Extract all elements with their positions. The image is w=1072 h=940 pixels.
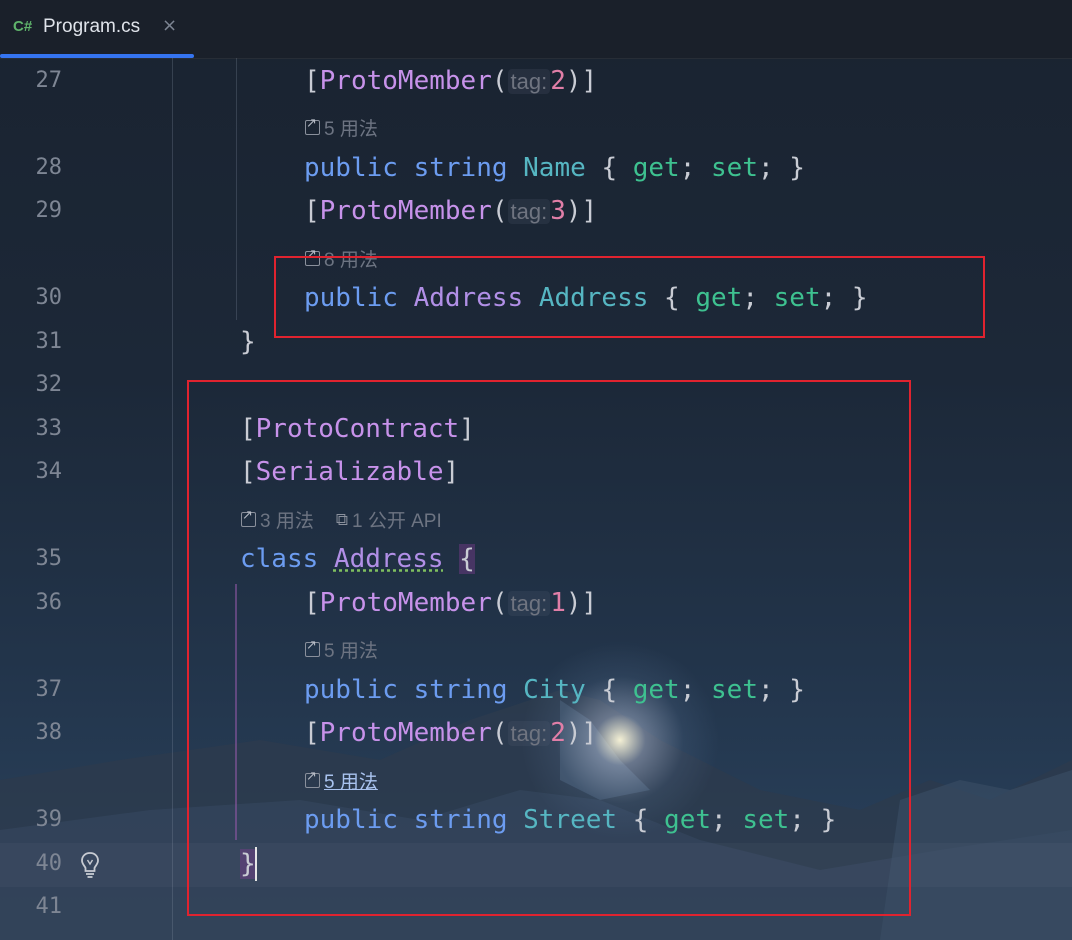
line-number: 41 — [35, 894, 63, 919]
csharp-file-icon: C# — [13, 18, 33, 35]
number-literal: 3 — [550, 196, 566, 226]
accessor: get — [632, 153, 680, 183]
line-number: 28 — [35, 155, 63, 180]
indent-guide — [236, 58, 237, 320]
line-number: 34 — [35, 459, 63, 484]
attribute-name: ProtoMember — [319, 196, 492, 226]
property-name: Name — [523, 153, 586, 183]
keyword: public — [304, 153, 398, 183]
editor-tab-bar: C# Program.cs × — [0, 0, 1072, 59]
line-number: 33 — [35, 416, 63, 441]
line-number: 36 — [35, 590, 63, 615]
parameter-hint: tag: — [507, 69, 551, 94]
line-number: 30 — [35, 285, 63, 310]
usages-lens[interactable]: 5 用法 — [305, 114, 378, 141]
code-line-31[interactable]: } — [240, 325, 256, 359]
code-line-27[interactable]: [ProtoMember(tag: 2)] — [304, 64, 597, 99]
highlight-box-address-property — [274, 256, 985, 338]
tab-label: Program.cs — [43, 16, 141, 37]
line-number: 29 — [35, 198, 63, 223]
attribute-name: ProtoMember — [319, 66, 492, 96]
gutter-separator — [172, 58, 173, 940]
line-number: 31 — [35, 329, 63, 354]
line-number: 37 — [35, 677, 63, 702]
highlight-box-address-class — [187, 380, 911, 916]
lightbulb-icon[interactable] — [80, 851, 100, 879]
line-number: 39 — [35, 807, 63, 832]
arrow-up-right-icon — [305, 116, 320, 135]
tab-program-cs[interactable]: C# Program.cs × — [0, 0, 194, 58]
number-literal: 2 — [550, 66, 566, 96]
line-number: 38 — [35, 720, 63, 745]
code-line-28[interactable]: public string Name { get; set; } — [304, 151, 805, 185]
usages-count: 5 用法 — [324, 119, 378, 140]
active-tab-indicator — [0, 54, 194, 58]
line-number: 40 — [35, 851, 63, 876]
line-number: 27 — [35, 68, 63, 93]
code-line-29[interactable]: [ProtoMember(tag: 3)] — [304, 194, 597, 229]
line-number: 35 — [35, 546, 63, 571]
keyword: string — [413, 153, 508, 183]
close-icon[interactable]: × — [162, 15, 177, 36]
accessor: set — [711, 153, 758, 183]
parameter-hint: tag: — [507, 199, 551, 224]
line-number: 32 — [35, 372, 63, 397]
